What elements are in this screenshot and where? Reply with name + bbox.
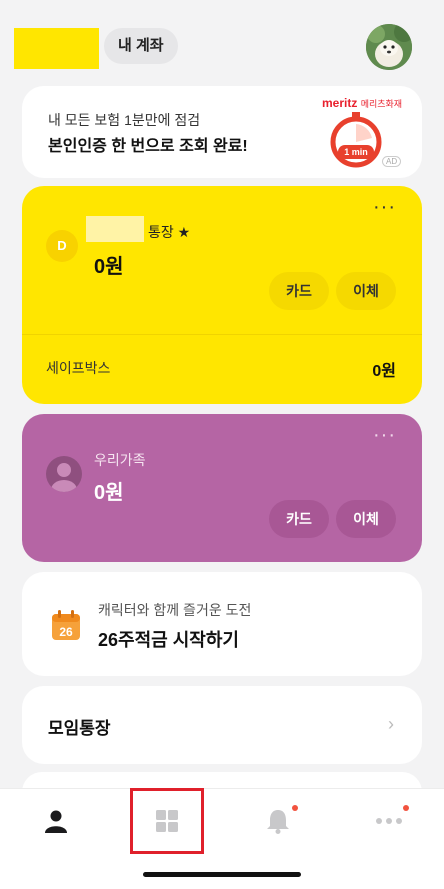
family-transfer-button[interactable]: 이체 [336, 500, 396, 538]
main-account-card[interactable]: ··· D 통장 ★ 0원 카드 이체 세이프박스 0원 [22, 186, 422, 404]
notification-dot [292, 805, 298, 811]
family-avatar-icon [46, 456, 82, 492]
ad-badge: AD [382, 156, 402, 167]
profile-avatar[interactable] [366, 24, 412, 70]
ad-clock-label: 1 min [344, 147, 368, 157]
family-account-name: 우리가족 [94, 452, 146, 468]
challenge-title: 26주적금 시작하기 [98, 630, 239, 650]
ad-title: 본인인증 한 번으로 조회 완료! [48, 138, 248, 155]
bell-icon [266, 810, 289, 834]
account-balance: 0원 [94, 256, 124, 278]
main-account-more-button[interactable]: ··· [373, 196, 396, 219]
more-icon [375, 818, 402, 824]
masked-account-name [86, 216, 144, 242]
ad-subtitle: 내 모든 보험 1분만에 점검 [48, 112, 201, 128]
family-account-more-button[interactable]: ··· [373, 424, 396, 447]
family-account-balance: 0원 [94, 482, 124, 504]
highlight-box [130, 788, 204, 854]
nav-my-button[interactable] [0, 789, 111, 853]
calendar-icon: 26 [52, 610, 80, 640]
card-button[interactable]: 카드 [269, 272, 329, 310]
family-account-card[interactable]: ··· 우리가족 0원 카드 이체 [22, 414, 422, 562]
app-logo [14, 28, 99, 69]
safebox-balance: 0원 [372, 363, 396, 380]
transfer-button[interactable]: 이체 [336, 272, 396, 310]
calendar-number: 26 [59, 625, 73, 639]
group-account-label: 모임통장 [48, 719, 111, 738]
person-icon [44, 810, 67, 833]
account-icon: D [46, 230, 78, 262]
ad-brand-logo: meritz 메리츠화재 [322, 96, 403, 110]
nav-more-button[interactable] [333, 789, 444, 853]
challenge-subtitle: 캐릭터와 함께 즐거운 도전 [98, 602, 252, 618]
more-notification-dot [403, 805, 409, 811]
my-account-button[interactable]: 내 계좌 [104, 28, 178, 64]
home-indicator [143, 872, 301, 877]
chevron-right-icon: › [388, 714, 394, 734]
stopwatch-icon: 1 min [330, 112, 382, 168]
safebox-label[interactable]: 세이프박스 [46, 358, 110, 378]
card-divider [22, 334, 422, 335]
account-name: 통장 ★ [148, 224, 191, 240]
insurance-ad-banner[interactable]: 내 모든 보험 1분만에 점검 본인인증 한 번으로 조회 완료! meritz… [22, 86, 422, 178]
nav-notifications-button[interactable] [222, 789, 333, 853]
family-card-button[interactable]: 카드 [269, 500, 329, 538]
group-account-row[interactable]: 모임통장 › [22, 686, 422, 764]
savings-challenge-card[interactable]: 26 캐릭터와 함께 즐거운 도전 26주적금 시작하기 [22, 572, 422, 676]
